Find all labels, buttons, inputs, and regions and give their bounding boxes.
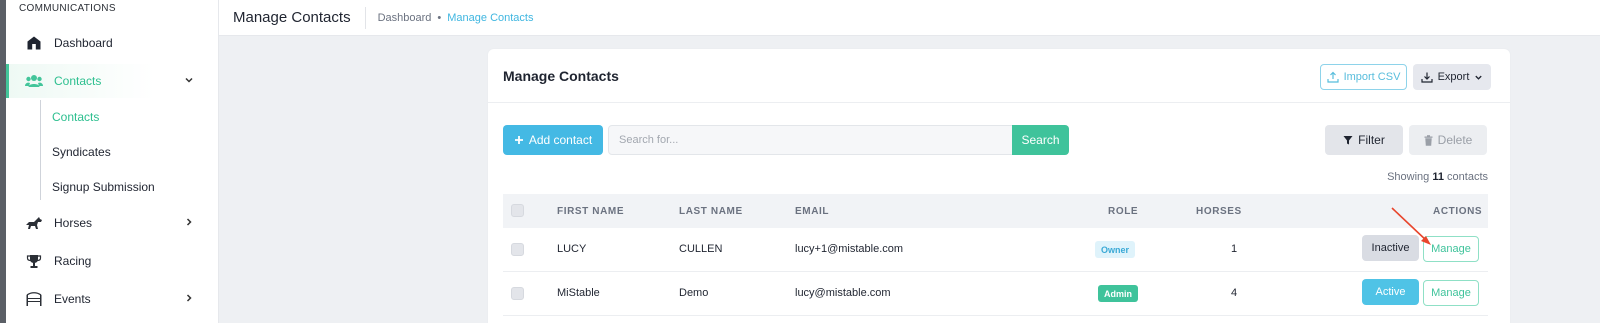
page-title: Manage Contacts <box>233 9 351 26</box>
trash-icon <box>1424 134 1433 146</box>
showing-prefix: Showing <box>1387 171 1430 183</box>
row-checkbox[interactable] <box>511 243 524 256</box>
email-cell: lucy+1@mistable.com <box>795 243 904 255</box>
sidebar-subitem-contacts[interactable]: Contacts <box>52 110 99 124</box>
table-header: FIRST NAME LAST NAME EMAIL ROLE HORSES A… <box>503 194 1488 228</box>
header-divider <box>364 6 366 29</box>
row-checkbox[interactable] <box>511 287 524 300</box>
first-name-cell: MiStable <box>557 287 600 299</box>
contacts-card: Manage Contacts Import CSV Export Add co… <box>488 49 1510 323</box>
sidebar-item-label: Contacts <box>54 74 102 88</box>
search-input[interactable] <box>608 125 1013 155</box>
sidebar-section-label: COMMUNICATIONS <box>19 3 116 14</box>
delete-button[interactable]: Delete <box>1409 125 1487 155</box>
column-header-email[interactable]: EMAIL <box>795 206 829 217</box>
import-csv-button[interactable]: Import CSV <box>1320 64 1407 90</box>
email-cell: lucy@mistable.com <box>795 287 891 299</box>
role-badge: Admin <box>1098 285 1138 302</box>
status-toggle-button[interactable]: Active <box>1362 279 1419 305</box>
filter-button[interactable]: Filter <box>1325 125 1403 155</box>
import-csv-label: Import CSV <box>1343 71 1401 83</box>
download-icon <box>1420 71 1433 83</box>
showing-suffix: contacts <box>1447 171 1488 183</box>
add-contact-button[interactable]: Add contact <box>503 125 603 155</box>
export-label: Export <box>1437 71 1470 83</box>
breadcrumb-current: Manage Contacts <box>447 11 534 24</box>
sidebar-item-label: Events <box>54 292 91 306</box>
breadcrumb-separator: • <box>437 11 442 24</box>
submenu-guide-line <box>40 100 41 200</box>
contacts-count: 11 <box>1432 171 1444 183</box>
trophy-icon <box>24 251 44 271</box>
horses-count-cell: 4 <box>1231 287 1238 299</box>
chevron-right-icon <box>184 216 194 230</box>
users-icon <box>24 71 44 91</box>
sidebar-subitem-signup-submission[interactable]: Signup Submission <box>52 180 155 194</box>
export-button[interactable]: Export <box>1413 64 1491 90</box>
sidebar-subitem-syndicates[interactable]: Syndicates <box>52 145 111 159</box>
last-name-cell: Demo <box>679 287 709 299</box>
column-header-last-name[interactable]: LAST NAME <box>679 206 743 217</box>
filter-label: Filter <box>1358 133 1385 147</box>
sidebar-item-events[interactable]: Events <box>6 282 218 316</box>
add-contact-label: Add contact <box>528 133 593 147</box>
column-header-actions: ACTIONS <box>1433 206 1483 217</box>
chevron-down-icon <box>184 74 194 88</box>
role-badge: Owner <box>1095 241 1136 258</box>
top-header: Manage Contacts Dashboard • Manage Conta… <box>219 0 1600 36</box>
sidebar-item-racing[interactable]: Racing <box>6 244 218 278</box>
sidebar-item-contacts[interactable]: Contacts <box>6 64 218 98</box>
card-title: Manage Contacts <box>503 68 619 84</box>
chevron-down-icon <box>1474 73 1483 82</box>
table-row: MiStable Demo lucy@mistable.com Admin 4 … <box>503 272 1488 316</box>
manage-button[interactable]: Manage <box>1423 280 1479 306</box>
sidebar: COMMUNICATIONS Dashboard Contacts Contac… <box>6 0 219 323</box>
sidebar-item-label: Dashboard <box>54 36 113 50</box>
upload-icon <box>1326 71 1339 83</box>
contacts-table: FIRST NAME LAST NAME EMAIL ROLE HORSES A… <box>503 194 1488 316</box>
first-name-cell: LUCY <box>557 243 587 255</box>
sidebar-item-label: Horses <box>54 216 93 230</box>
card-header: Manage Contacts Import CSV Export <box>488 49 1510 103</box>
sidebar-item-label: Racing <box>54 254 92 268</box>
last-name-cell: CULLEN <box>679 243 723 255</box>
annotation-arrow-icon <box>1391 207 1431 245</box>
showing-count-text: Showing 11 contacts <box>1387 171 1488 183</box>
table-row: LUCY CULLEN lucy+1@mistable.com Owner 1 … <box>503 228 1488 272</box>
sidebar-item-dashboard[interactable]: Dashboard <box>6 26 218 60</box>
horse-icon <box>24 213 44 233</box>
gate-icon <box>24 289 44 309</box>
select-all-checkbox[interactable] <box>511 204 524 217</box>
delete-label: Delete <box>1437 133 1473 147</box>
breadcrumb-dashboard[interactable]: Dashboard <box>378 12 432 24</box>
filter-icon <box>1343 135 1353 145</box>
home-icon <box>24 33 44 53</box>
chevron-right-icon <box>184 292 194 306</box>
plus-icon <box>514 135 524 145</box>
sidebar-item-horses[interactable]: Horses <box>6 206 218 240</box>
column-header-role[interactable]: ROLE <box>1108 206 1138 217</box>
search-button[interactable]: Search <box>1012 125 1069 155</box>
horses-count-cell: 1 <box>1231 243 1238 255</box>
column-header-horses[interactable]: HORSES <box>1196 206 1242 217</box>
column-header-first-name[interactable]: FIRST NAME <box>557 206 624 217</box>
